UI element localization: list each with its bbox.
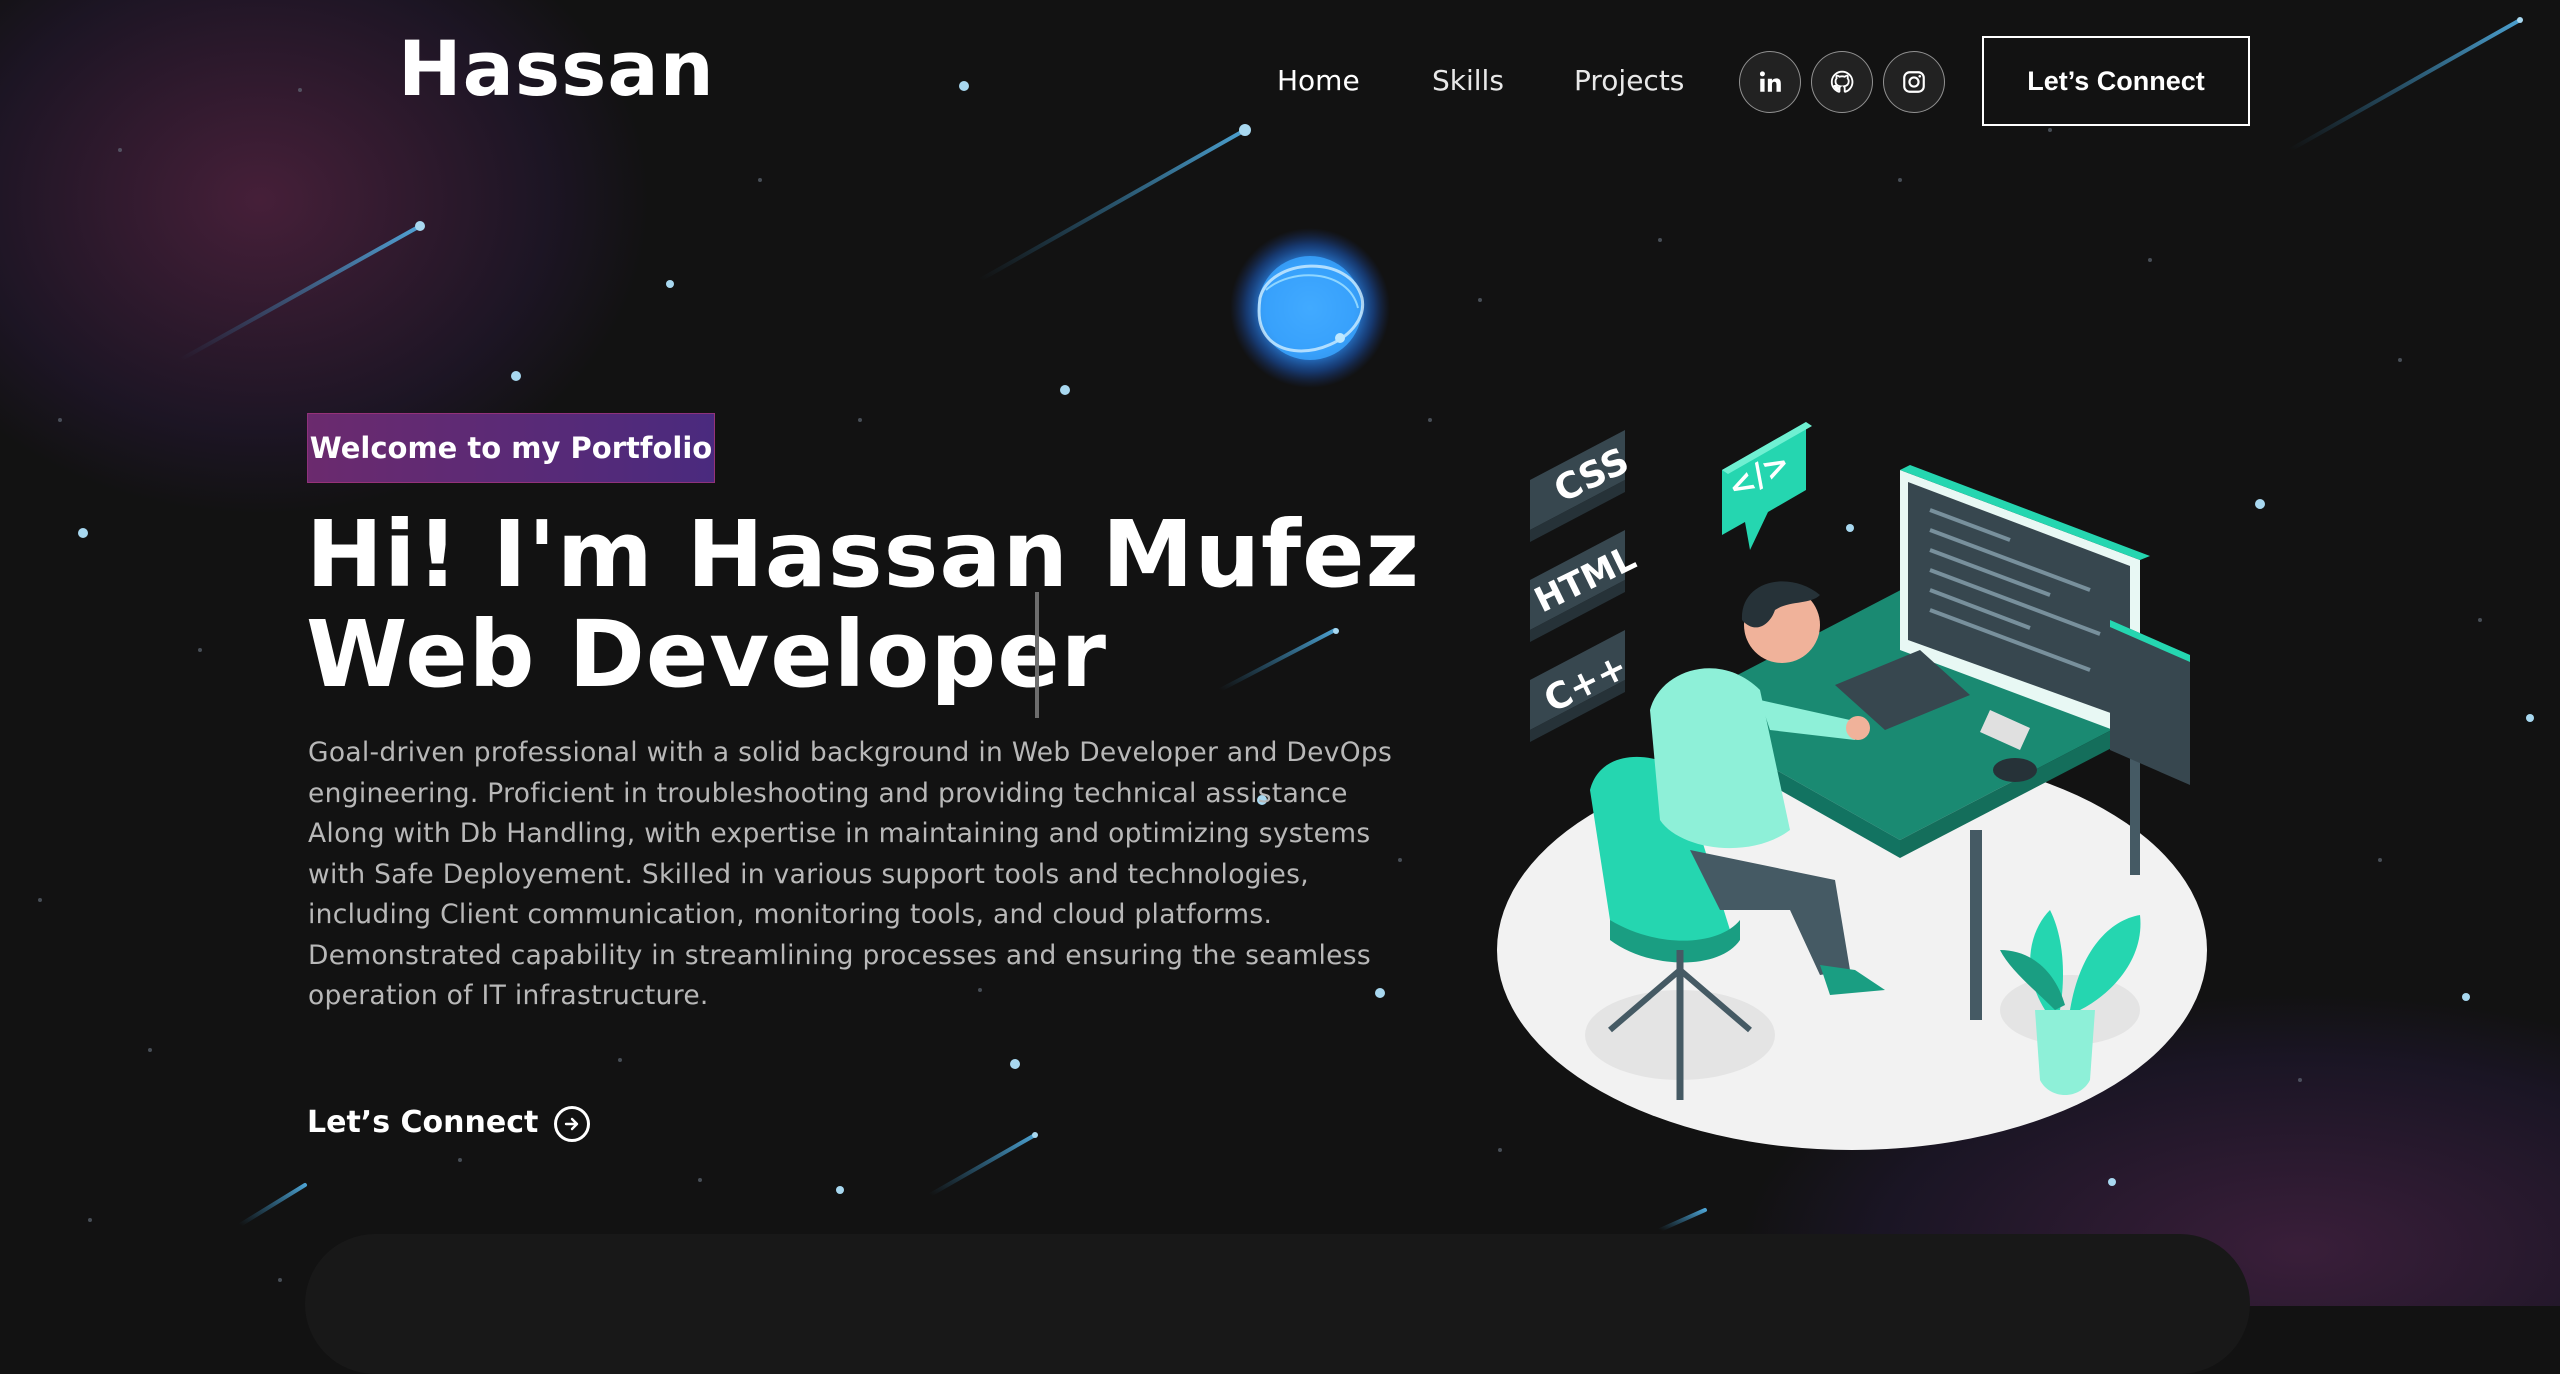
github-icon — [1830, 70, 1854, 93]
linkedin-button[interactable] — [1739, 51, 1801, 113]
skill-badge-cpp: C++ — [1530, 630, 1634, 742]
hero-title: Hi! I'm Hassan Mufez Web Developer — [306, 505, 1420, 705]
nav-link-skills[interactable]: Skills — [1432, 64, 1504, 97]
arrow-right-circle-icon — [554, 1105, 591, 1142]
hero-title-name: Hi! I'm Hassan Mufez — [306, 501, 1421, 608]
developer-illustration: CSS HTML C++ </> — [1497, 422, 2207, 1150]
instagram-button[interactable] — [1883, 51, 1945, 113]
nav-link-home[interactable]: Home — [1277, 64, 1360, 97]
nav-link-projects[interactable]: Projects — [1574, 64, 1684, 97]
skills-section-card — [305, 1234, 2250, 1374]
linkedin-icon — [1759, 71, 1781, 92]
lets-connect-hero-link[interactable]: Let’s Connect — [307, 1105, 591, 1142]
hero-title-role: Web Developer — [306, 601, 1107, 708]
welcome-badge: Welcome to my Portfolio — [307, 413, 715, 483]
code-bubble-icon: </> — [1721, 422, 1812, 550]
lets-connect-nav-button[interactable]: Let’s Connect — [1982, 36, 2250, 126]
skill-badge-css: CSS — [1530, 430, 1635, 542]
instagram-icon — [1903, 71, 1925, 93]
brand-logo[interactable]: Hassan — [398, 24, 715, 113]
skill-badge-html: HTML — [1528, 530, 1642, 642]
planet-graphic — [1230, 228, 1390, 388]
typing-caret — [1035, 592, 1039, 718]
github-button[interactable] — [1811, 51, 1873, 113]
hero-description: Goal-driven professional with a solid ba… — [308, 737, 1393, 1011]
lets-connect-hero-label: Let’s Connect — [307, 1105, 539, 1140]
